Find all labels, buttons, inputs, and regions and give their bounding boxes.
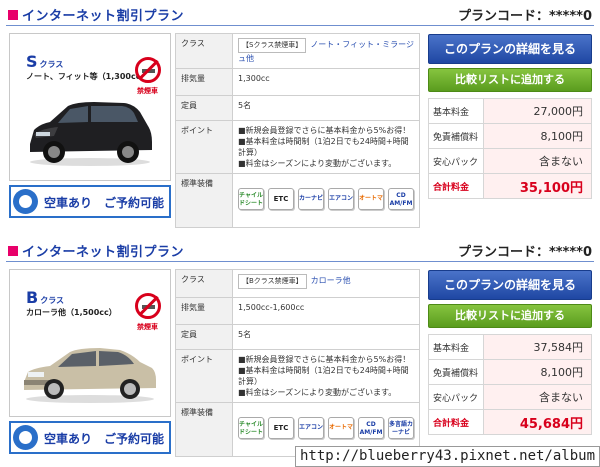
- price-value-base: 27,000円: [483, 98, 592, 124]
- price-table: 基本料金 37,584円 免責補償料 8,100円 安心パック 含まない 合計料…: [428, 334, 592, 435]
- plan-title: インターネット割引プラン: [22, 245, 185, 260]
- air-conditioner-icon: エアコン: [298, 417, 324, 439]
- spec-value-points: ■新規会員登録でさらに基本料金から5%お得！ ■基本料金は時間制（1泊2日でも2…: [232, 120, 420, 174]
- spec-label-points: ポイント: [175, 349, 233, 403]
- availability-badge[interactable]: 空車あり ご予約可能: [9, 421, 171, 454]
- class-subtitle: ノート、フィット等（1,300cc）: [26, 72, 149, 81]
- plan-detail-button[interactable]: このプランの詳細を見る: [428, 34, 592, 64]
- availability-badge[interactable]: 空車あり ご予約可能: [9, 185, 171, 218]
- plan-detail-button[interactable]: このプランの詳細を見る: [428, 270, 592, 300]
- plan-header: インターネット割引プラン プランコード：*****0: [0, 236, 600, 262]
- spec-value-class: 【Sクラス禁煙車】 ノート・フィット・ミラージュ他: [232, 33, 420, 69]
- bullet-icon: [8, 10, 18, 20]
- spec-value-capacity: 5名: [232, 324, 420, 350]
- points-line: ■料金はシーズンにより変動がございます。: [238, 388, 397, 397]
- air-conditioner-icon: エアコン: [328, 188, 354, 210]
- spec-label-equipment: 標準装備: [175, 173, 233, 228]
- watermark-url: http://blueberry43.pixnet.net/album: [295, 446, 600, 467]
- price-label-insurance: 免責補償料: [428, 123, 484, 149]
- bullet-icon: [8, 246, 18, 256]
- price-value-pack: 含まない: [483, 384, 592, 410]
- points-line: ■基本料金は時間制（1泊2日でも24時間+時間計算）: [238, 137, 409, 157]
- automatic-icon: オートマ: [358, 188, 384, 210]
- price-label-total: 合計料金: [428, 173, 484, 199]
- price-value-pack: 含まない: [483, 148, 592, 174]
- add-to-compare-button[interactable]: 比較リストに追加する: [428, 68, 592, 92]
- class-subtitle: カローラ他（1,500cc）: [26, 308, 117, 317]
- spec-table: クラス 【Bクラス禁煙車】 カローラ他 排気量 1,500cc-1,600cc 定…: [175, 269, 420, 457]
- points-line: ■新規会員登録でさらに基本料金から5%お得！: [238, 355, 411, 364]
- car-image-panel[interactable]: S クラス ノート、フィット等（1,300cc） 禁煙車: [9, 33, 171, 181]
- price-value-insurance: 8,100円: [483, 123, 592, 149]
- spec-table: クラス 【Sクラス禁煙車】 ノート・フィット・ミラージュ他 排気量 1,300cc…: [175, 33, 420, 228]
- price-value-total: 45,684円: [483, 409, 592, 435]
- spec-value-capacity: 5名: [232, 95, 420, 121]
- price-table: 基本料金 27,000円 免責補償料 8,100円 安心パック 含まない 合計料…: [428, 98, 592, 199]
- divider: [6, 261, 594, 262]
- plan-title: インターネット割引プラン: [22, 9, 185, 24]
- price-label-base: 基本料金: [428, 98, 484, 124]
- car-image-panel[interactable]: B クラス カローラ他（1,500cc） 禁煙車: [9, 269, 171, 417]
- no-smoking-label: 禁煙車: [137, 87, 158, 95]
- spec-label-capacity: 定員: [175, 324, 233, 350]
- price-label-base: 基本料金: [428, 334, 484, 360]
- class-tag: 【Sクラス禁煙車】: [238, 38, 307, 53]
- price-label-total: 合計料金: [428, 409, 484, 435]
- price-label-insurance: 免責補償料: [428, 359, 484, 385]
- multilingual-navi-icon: 多言語カーナビ: [388, 417, 414, 439]
- class-models-link[interactable]: カローラ他: [311, 276, 351, 285]
- price-value-base: 37,584円: [483, 334, 592, 360]
- divider: [6, 25, 594, 26]
- spec-label-displacement: 排気量: [175, 68, 233, 96]
- add-to-compare-button[interactable]: 比較リストに追加する: [428, 304, 592, 328]
- plan-code: プランコード：*****0: [457, 9, 592, 24]
- spec-value-displacement: 1,300cc: [232, 68, 420, 96]
- child-seat-icon: チャイルドシート: [238, 417, 264, 439]
- no-smoking-label: 禁煙車: [137, 323, 158, 331]
- points-line: ■新規会員登録でさらに基本料金から5%お得！: [238, 126, 411, 135]
- child-seat-icon: チャイルドシート: [238, 188, 264, 210]
- points-line: ■基本料金は時間制（1泊2日でも24時間+時間計算）: [238, 366, 409, 386]
- spec-value-class: 【Bクラス禁煙車】 カローラ他: [232, 269, 420, 298]
- price-value-insurance: 8,100円: [483, 359, 592, 385]
- car-image: [30, 102, 152, 166]
- spec-label-displacement: 排気量: [175, 297, 233, 325]
- etc-icon: ETC: [268, 417, 294, 439]
- price-label-pack: 安心パック: [428, 384, 484, 410]
- price-label-pack: 安心パック: [428, 148, 484, 174]
- available-circle-icon: [13, 189, 38, 214]
- spec-label-capacity: 定員: [175, 95, 233, 121]
- spec-label-class: クラス: [175, 269, 233, 298]
- spec-label-points: ポイント: [175, 120, 233, 174]
- class-letter: B クラス: [26, 288, 65, 307]
- etc-icon: ETC: [268, 188, 294, 210]
- plan-card: インターネット割引プラン プランコード：*****0 B クラス カローラ他（1,…: [0, 236, 600, 467]
- spec-label-class: クラス: [175, 33, 233, 69]
- no-smoking-icon: [135, 57, 161, 83]
- spec-label-equipment: 標準装備: [175, 402, 233, 457]
- available-circle-icon: [13, 425, 38, 450]
- spec-value-displacement: 1,500cc-1,600cc: [232, 297, 420, 325]
- price-value-total: 35,100円: [483, 173, 592, 199]
- class-letter: S クラス: [26, 52, 64, 71]
- automatic-icon: オートマ: [328, 417, 354, 439]
- plan-code: プランコード：*****0: [457, 245, 592, 260]
- car-image: [24, 348, 156, 403]
- availability-text: 空車あり ご予約可能: [44, 196, 165, 210]
- plan-card: インターネット割引プラン プランコード：*****0 S クラス ノート、フィット…: [0, 0, 600, 232]
- no-smoking-icon: [135, 293, 161, 319]
- cd-am-fm-icon: CD AM/FM: [358, 417, 384, 439]
- plan-header: インターネット割引プラン プランコード：*****0: [0, 0, 600, 26]
- availability-text: 空車あり ご予約可能: [44, 432, 165, 446]
- class-tag: 【Bクラス禁煙車】: [238, 274, 307, 289]
- points-line: ■料金はシーズンにより変動がございます。: [238, 159, 397, 168]
- cd-am-fm-icon: CD AM/FM: [388, 188, 414, 210]
- spec-value-points: ■新規会員登録でさらに基本料金から5%お得！ ■基本料金は時間制（1泊2日でも2…: [232, 349, 420, 403]
- car-navi-icon: カーナビ: [298, 188, 324, 210]
- spec-value-equipment: チャイルドシート ETC カーナビ エアコン オートマ CD AM/FM: [232, 173, 420, 228]
